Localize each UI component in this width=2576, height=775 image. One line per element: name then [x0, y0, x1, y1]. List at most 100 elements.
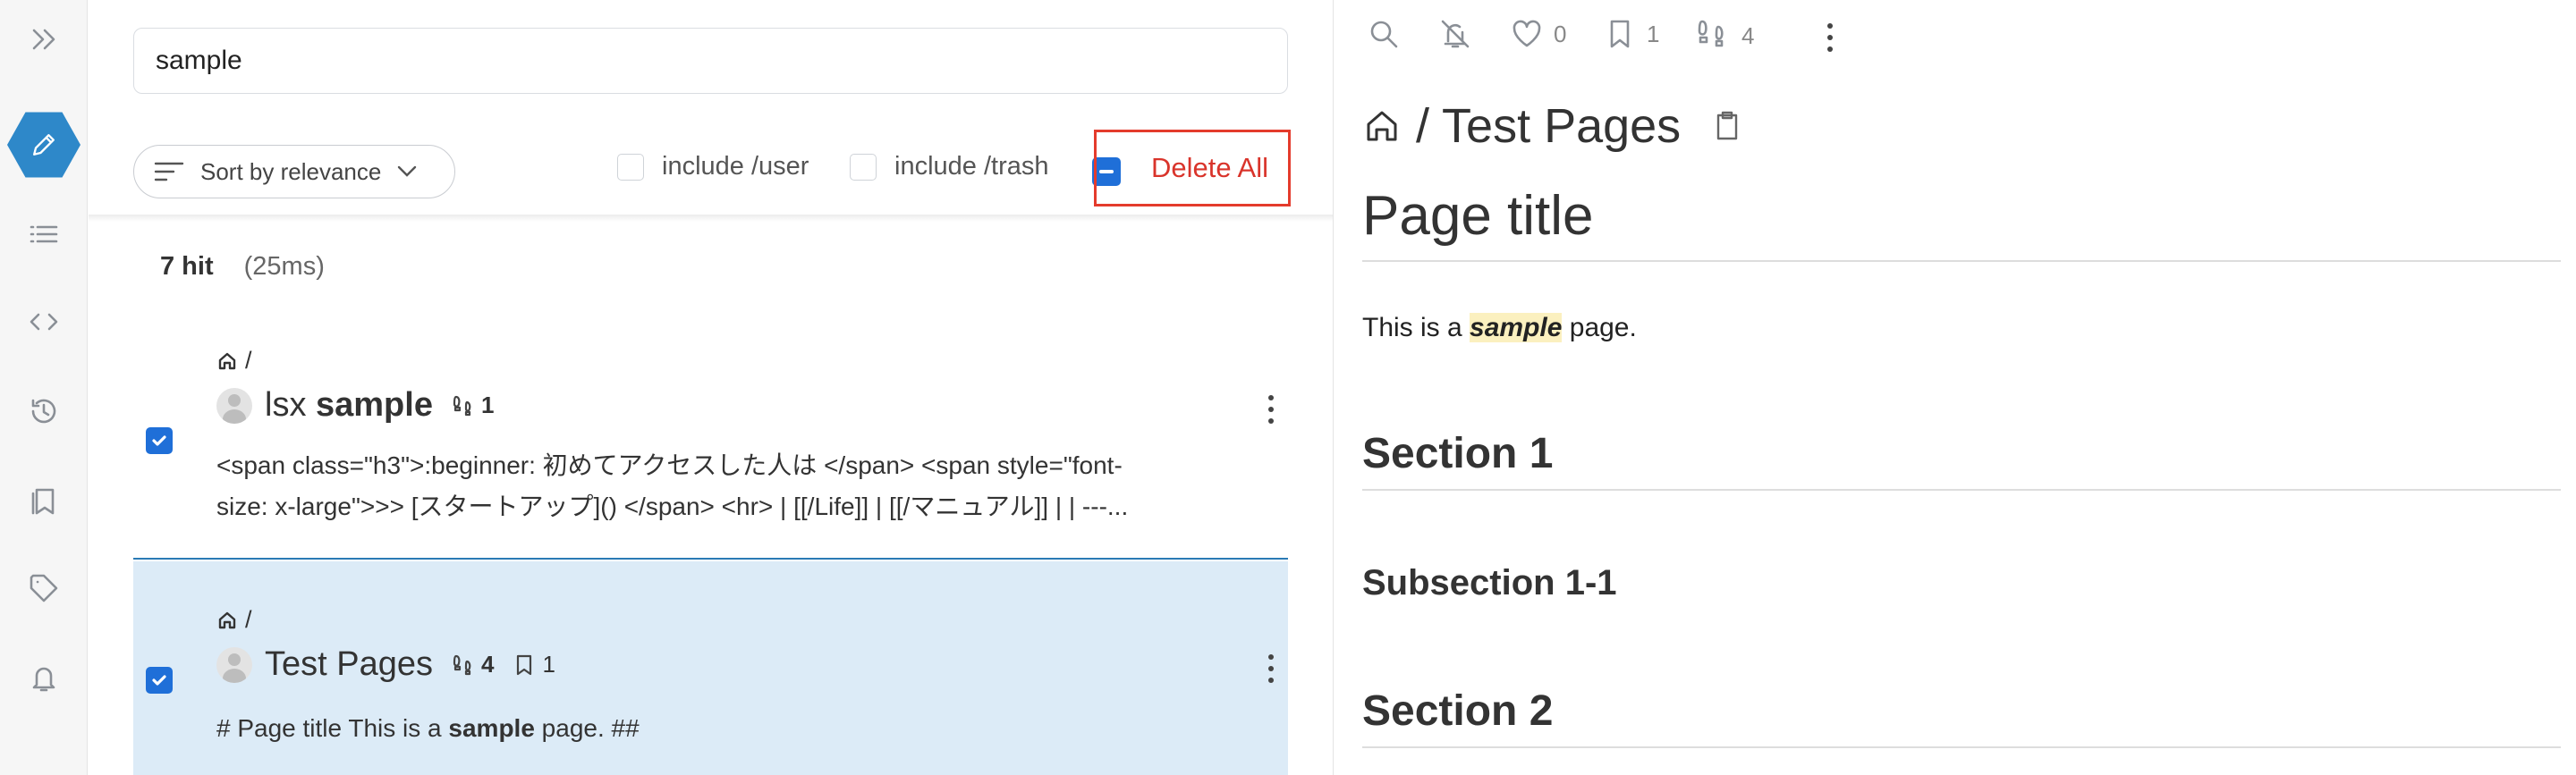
bookmark-count: 1: [1647, 20, 1660, 47]
bell-off-icon: [1441, 20, 1470, 48]
page-preview: 0 1 4 / Test Pages Page title This is a …: [1333, 0, 2576, 775]
home-icon[interactable]: [1362, 106, 1402, 146]
bookmark-count: 1: [512, 651, 555, 678]
include-trash-option[interactable]: include /trash: [850, 152, 1049, 181]
expand-sidebar-button[interactable]: [0, 13, 88, 66]
delete-all-button[interactable]: Delete All: [1151, 152, 1268, 184]
search-icon: [1370, 21, 1398, 48]
like-count: 0: [1554, 20, 1567, 47]
section-heading: Section 1: [1362, 429, 2561, 491]
section-heading: Section 2: [1362, 687, 2561, 748]
body-text: This is a: [1362, 313, 1470, 342]
search-result-panel: Sort by relevance include /user include …: [89, 0, 1333, 775]
footprint-number: 1: [480, 392, 495, 418]
footprint-number: 4: [481, 651, 495, 678]
include-user-option[interactable]: include /user: [617, 152, 809, 181]
result-title[interactable]: Test Pages: [265, 645, 433, 684]
like-button[interactable]: 0: [1509, 16, 1566, 52]
page-path-text[interactable]: / Test Pages: [1416, 98, 1681, 154]
result-item[interactable]: / lsx sample 1 <span class="h3">:beginne…: [133, 322, 1288, 560]
sort-label: Sort by relevance: [200, 157, 382, 185]
include-trash-checkbox[interactable]: [850, 153, 877, 181]
bookmark-icon: [517, 654, 532, 675]
subsection-heading: Subsection 1-1: [1362, 563, 1617, 602]
footprints-icon: [1698, 20, 1724, 47]
result-snippet: <span class="h3">:beginner: 初めてアクセスした人は …: [216, 445, 1254, 527]
footprint-count: 1: [451, 392, 494, 419]
footprint-count: 4: [451, 651, 494, 678]
bookmark-icon: [1610, 20, 1630, 48]
footprint-count: 4: [1741, 21, 1755, 49]
snippet-text-after: page. ##: [534, 714, 640, 742]
check-icon: [152, 675, 166, 686]
pencil-icon: [33, 134, 55, 156]
result-breadcrumb[interactable]: /: [216, 347, 252, 375]
footprints-icon: [453, 654, 471, 675]
snippet-line-2: size: x-large">>> [スタートアップ]() </span> <h…: [216, 493, 1129, 520]
delete-all-highlight: Delete All: [1094, 130, 1291, 206]
result-title[interactable]: lsx sample: [265, 386, 433, 425]
notifications-button[interactable]: [0, 651, 88, 704]
result-breadcrumb[interactable]: /: [216, 606, 252, 634]
title-match: sample: [316, 386, 433, 424]
create-page-button[interactable]: [0, 109, 88, 181]
nav-rail: [0, 0, 88, 775]
page-body-text: This is a sample page.: [1362, 313, 1637, 343]
clipboard-icon[interactable]: [1713, 110, 1741, 142]
page-path: / Test Pages: [1362, 98, 1741, 154]
subscribe-button[interactable]: [1437, 16, 1473, 52]
tags-button[interactable]: [0, 561, 88, 615]
include-user-label: include /user: [662, 152, 809, 181]
breadcrumb-path: /: [245, 347, 252, 374]
heart-icon: [1513, 20, 1541, 47]
result-menu-button[interactable]: [1258, 651, 1284, 687]
search-button[interactable]: [1366, 16, 1402, 52]
result-checkbox[interactable]: [146, 427, 173, 454]
result-checkbox[interactable]: [146, 667, 173, 694]
breadcrumb-path: /: [245, 606, 252, 633]
avatar: [216, 646, 252, 683]
double-chevron-right-icon: [32, 29, 55, 50]
sort-lines-icon: [154, 162, 184, 181]
sort-dropdown[interactable]: Sort by relevance: [133, 145, 455, 198]
footprints-icon: [453, 395, 471, 416]
hit-summary: 7 hit (25ms): [160, 252, 325, 282]
footprints-button[interactable]: 4: [1693, 16, 1754, 55]
include-trash-label: include /trash: [894, 152, 1049, 181]
avatar: [216, 387, 252, 424]
home-icon: [218, 611, 236, 628]
search-time: (25ms): [243, 252, 325, 281]
bookmarks-icon: [31, 488, 55, 515]
title-text: lsx: [265, 386, 316, 424]
check-icon: [152, 435, 166, 446]
hit-count: 7 hit: [160, 252, 214, 281]
snippet-text: # Page title This is a: [216, 714, 449, 742]
home-icon: [218, 352, 236, 369]
toolbar-divider: [89, 215, 1333, 222]
bell-icon: [32, 667, 55, 692]
result-menu-button[interactable]: [1258, 392, 1284, 427]
brand-hexagon: [7, 112, 80, 178]
bookmark-number: 1: [542, 651, 555, 678]
custom-sidebar-button[interactable]: [0, 295, 88, 349]
result-title-row: Test Pages 4 1: [216, 645, 555, 684]
chevron-down-icon: [398, 165, 417, 177]
tag-icon: [30, 574, 58, 602]
include-user-checkbox[interactable]: [617, 153, 644, 181]
result-title-row: lsx sample 1: [216, 386, 494, 425]
history-icon: [31, 399, 56, 424]
bookmarks-button[interactable]: [0, 474, 88, 527]
snippet-match: sample: [448, 714, 535, 742]
search-input[interactable]: [133, 28, 1288, 94]
code-icon: [30, 313, 58, 331]
body-text-after: page.: [1562, 313, 1637, 342]
recent-changes-button[interactable]: [0, 384, 88, 438]
snippet-line-1: <span class="h3">:beginner: 初めてアクセスした人は …: [216, 451, 1123, 479]
page-list-button[interactable]: [0, 207, 88, 261]
page-menu-button[interactable]: [1817, 20, 1843, 55]
list-icon: [30, 225, 58, 243]
bookmark-button[interactable]: 1: [1602, 16, 1659, 52]
highlighted-match: sample: [1470, 313, 1563, 342]
page-heading-1: Page title: [1362, 184, 2561, 262]
result-item-selected[interactable]: / Test Pages 4 1 # Page title This is a …: [133, 561, 1288, 775]
